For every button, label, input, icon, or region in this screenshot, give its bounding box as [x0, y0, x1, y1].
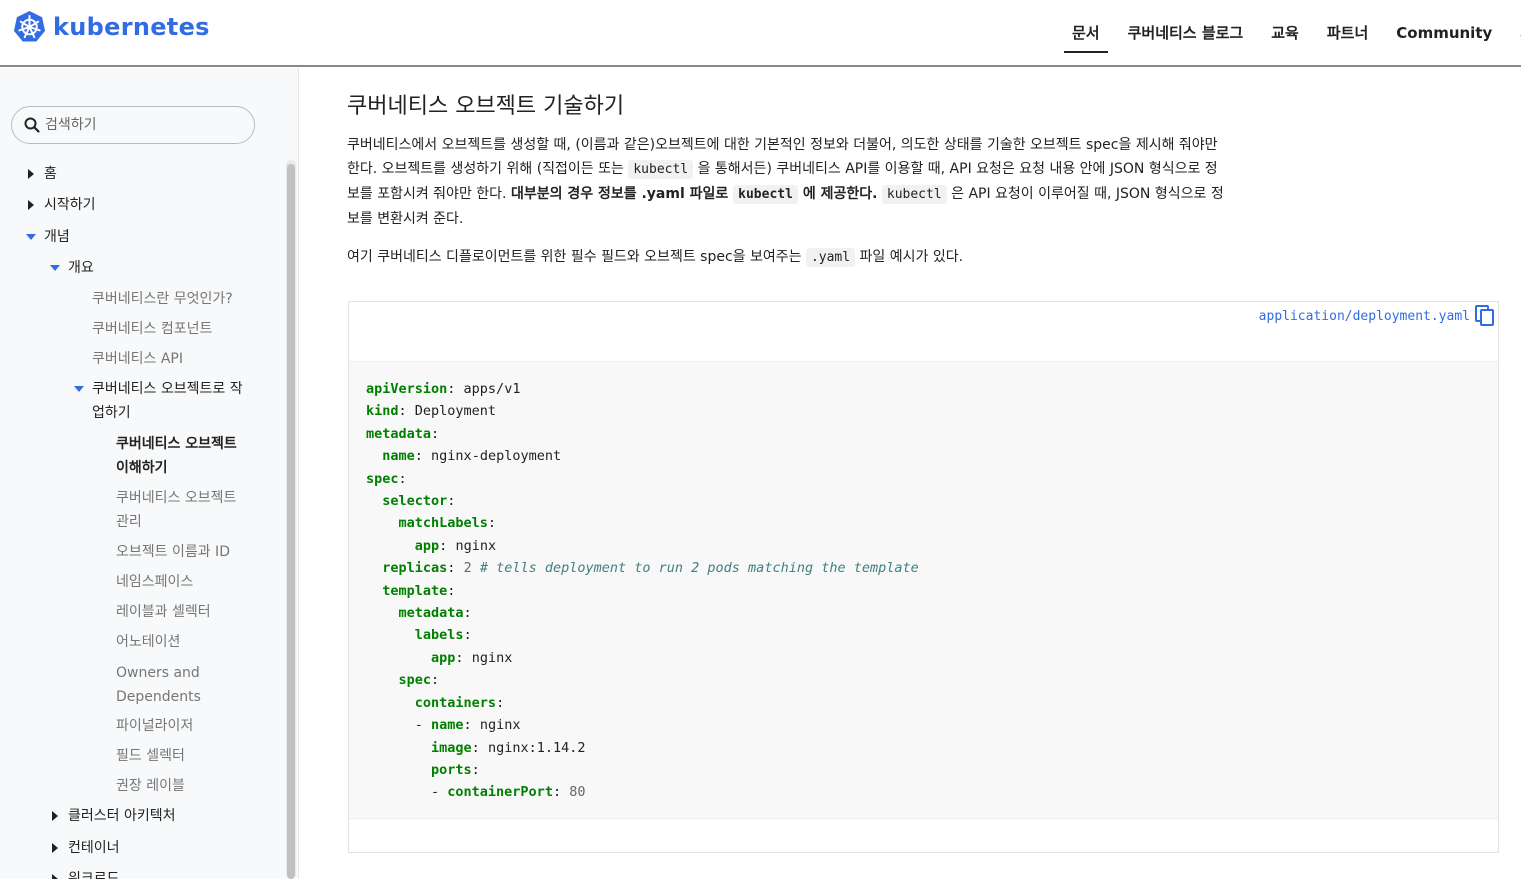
code-line: metadata: — [398, 605, 472, 622]
logo-text: kubernetes — [53, 12, 210, 41]
inline-code: kubectl — [881, 185, 947, 204]
sidebar-item-workloads[interactable]: 워크로드 — [68, 867, 120, 879]
code-file-link[interactable]: application/deployment.yaml — [1259, 309, 1470, 324]
sidebar-item-owners[interactable]: Owners and — [116, 661, 200, 685]
page-title: 쿠버네티스 오브젝트 기술하기 — [347, 94, 625, 119]
sidebar-item-namespaces[interactable]: 네임스페이스 — [116, 570, 193, 594]
caret-right-icon[interactable] — [28, 169, 34, 179]
kubernetes-wheel-icon — [13, 10, 46, 42]
intro-paragraph: 쿠버네티스에서 오브젝트를 생성할 때, (이름과 같은)오브젝트에 대한 기본… — [347, 137, 1224, 227]
search-icon — [24, 117, 40, 133]
code-line: containers: — [414, 694, 505, 711]
caret-right-icon[interactable] — [52, 843, 58, 853]
sidebar-item-field-selectors[interactable]: 필드 셀렉터 — [116, 744, 185, 768]
sidebar-item-names-ids[interactable]: 오브젝트 이름과 ID — [116, 540, 230, 564]
caret-down-icon[interactable] — [74, 386, 84, 392]
sidebar-item-working-with-objects[interactable]: 쿠버네티스 오브젝트로 작 — [92, 377, 243, 401]
inline-code: kubectl — [628, 160, 694, 179]
sidebar-item-cluster-architecture[interactable]: 클러스터 아키텍처 — [68, 804, 176, 828]
sidebar-item-object-management-cont[interactable]: 관리 — [116, 510, 142, 534]
sidebar-item-components[interactable]: 쿠버네티스 컴포넌트 — [92, 317, 212, 341]
sidebar-item-finalizers[interactable]: 파이널라이저 — [116, 714, 193, 738]
code-line: labels: — [414, 627, 472, 644]
kubernetes-logo[interactable]: kubernetes — [13, 10, 210, 43]
sidebar-item-home[interactable]: 홈 — [44, 162, 57, 186]
nav-community[interactable]: Community — [1388, 0, 1500, 65]
code-line: name: nginx-deployment — [382, 448, 562, 465]
sidebar-item-labels-selectors[interactable]: 레이블과 셀렉터 — [116, 600, 211, 624]
caret-down-icon[interactable] — [26, 234, 36, 240]
nav-docs[interactable]: 문서 — [1064, 0, 1108, 65]
code-line: kind: Deployment — [366, 403, 497, 420]
top-header: kubernetes 문서 쿠버네티스 블로그 교육 파트너 Community… — [0, 0, 1521, 67]
sidebar-item-what-is[interactable]: 쿠버네티스란 무엇인가? — [92, 287, 233, 311]
code-example-card: application/deployment.yaml apiVersion: … — [348, 301, 1499, 853]
code-line: - containerPort: 80 — [366, 784, 586, 801]
code-line: spec: — [398, 672, 440, 689]
sidebar-item-recommended-labels[interactable]: 권장 레이블 — [116, 774, 185, 798]
sidebar-scrollbar-thumb[interactable] — [287, 164, 295, 879]
example-intro-paragraph: 여기 쿠버네티스 디플로이먼트를 위한 필수 필드와 오브젝트 spec을 보여… — [347, 248, 964, 267]
search-input[interactable] — [45, 117, 235, 133]
caret-down-icon[interactable] — [50, 265, 60, 271]
copy-icon[interactable] — [1475, 305, 1495, 327]
search-box[interactable] — [11, 106, 255, 144]
sidebar-item-containers[interactable]: 컨테이너 — [68, 836, 120, 860]
code-line: selector: — [382, 493, 456, 510]
sidebar-item-working-with-objects-cont[interactable]: 업하기 — [92, 401, 131, 425]
sidebar-item-owners-cont[interactable]: Dependents — [116, 685, 201, 709]
nav-blog[interactable]: 쿠버네티스 블로그 — [1120, 0, 1252, 65]
caret-right-icon[interactable] — [52, 811, 58, 821]
top-nav: 문서 쿠버네티스 블로그 교육 파트너 Community 사례 — [1064, 0, 1521, 65]
code-line: metadata: — [366, 425, 440, 442]
yaml-code-block[interactable]: apiVersion: apps/v1 kind: Deployment met… — [349, 361, 1498, 819]
inline-code: .yaml — [805, 248, 856, 267]
code-line: image: nginx:1.14.2 — [431, 739, 586, 756]
code-line: ports: — [431, 761, 480, 778]
code-line: - name: nginx — [366, 717, 521, 734]
main-content: 쿠버네티스 오브젝트 기술하기 쿠버네티스에서 오브젝트를 생성할 때, (이름… — [300, 68, 1521, 879]
sidebar-item-api[interactable]: 쿠버네티스 API — [92, 347, 183, 371]
docs-sidebar: 홈 시작하기 개념 개요 쿠버네티스란 무엇인가? 쿠버네티스 컴포넌트 쿠버네… — [0, 68, 299, 879]
sidebar-item-object-management[interactable]: 쿠버네티스 오브젝트 — [116, 486, 236, 510]
sidebar-item-understanding-objects[interactable]: 쿠버네티스 오브젝트 — [116, 432, 237, 456]
code-line: spec: — [366, 470, 407, 487]
code-line: template: — [382, 582, 456, 599]
code-line: matchLabels: — [398, 515, 497, 532]
sidebar-item-overview[interactable]: 개요 — [68, 256, 94, 280]
nav-training[interactable]: 교육 — [1263, 0, 1307, 65]
sidebar-item-annotations[interactable]: 어노테이션 — [116, 630, 180, 654]
code-line: apiVersion: apps/v1 — [366, 381, 521, 397]
code-line: app: nginx — [431, 649, 513, 666]
caret-right-icon[interactable] — [28, 200, 34, 210]
nav-partners[interactable]: 파트너 — [1319, 0, 1376, 65]
sidebar-item-understanding-objects-cont[interactable]: 이해하기 — [116, 456, 168, 480]
code-line: replicas: 2 # tells deployment to run 2 … — [382, 560, 919, 577]
sidebar-item-getting-started[interactable]: 시작하기 — [44, 193, 96, 217]
nav-case-studies[interactable]: 사례 — [1512, 0, 1521, 65]
caret-right-icon[interactable] — [52, 874, 58, 879]
inline-code: kubectl — [733, 185, 798, 204]
sidebar-item-concepts[interactable]: 개념 — [44, 225, 70, 249]
code-line: app: nginx — [414, 537, 497, 554]
